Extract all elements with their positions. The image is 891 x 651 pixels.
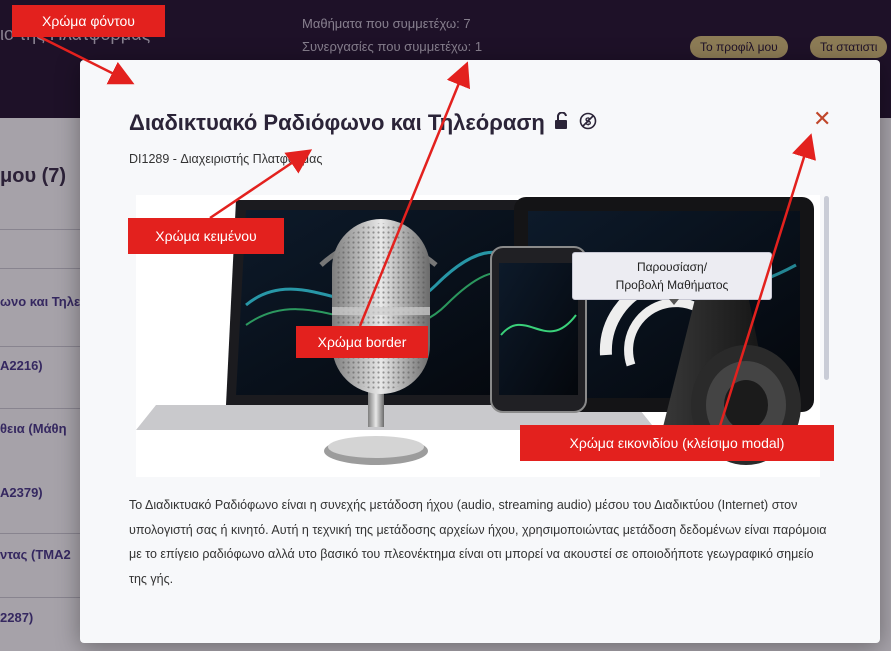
no-currency-icon: $ [579, 110, 597, 136]
annotation-text-color: Χρώμα κειμένου [128, 218, 284, 254]
course-code-and-owner: DI1289 - Διαχειριστής Πλατφόρμας [129, 152, 323, 166]
annotation-icon-color: Χρώμα εικονιδίου (κλείσιμο modal) [520, 425, 834, 461]
lock-open-icon [553, 110, 571, 136]
modal-title: Διαδικτυακό Ραδιόφωνο και Τηλεόραση [129, 110, 545, 135]
tooltip-line-2: Προβολή Μαθήματος [615, 278, 729, 292]
presentation-tooltip: Παρουσίαση/ Προβολή Μαθήματος [572, 252, 772, 305]
annotation-border-color: Χρώμα border [296, 326, 428, 358]
tooltip-line-1: Παρουσίαση/ [636, 260, 708, 274]
course-description: Το Διαδικτυακό Ραδιόφωνο είναι η συνεχής… [129, 498, 827, 586]
modal-scrollbar[interactable] [824, 196, 829, 380]
annotation-bg-color: Χρώμα φόντου [12, 5, 165, 37]
course-modal: Διαδικτυακό Ραδιόφωνο και Τηλεόραση $ ✕ … [80, 60, 880, 643]
close-icon[interactable]: ✕ [813, 108, 831, 130]
modal-title-row: Διαδικτυακό Ραδιόφωνο και Τηλεόραση $ [129, 110, 597, 136]
